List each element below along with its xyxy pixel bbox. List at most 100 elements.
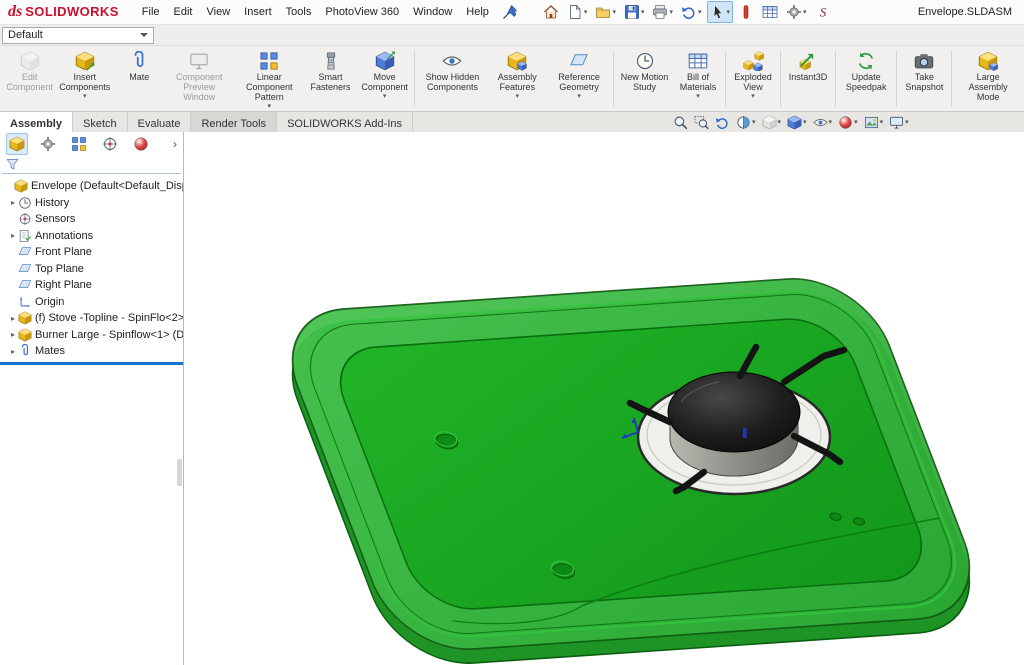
menu-photoview-360[interactable]: PhotoView 360 [318, 3, 406, 21]
view-settings-button[interactable]: ▾ [888, 115, 910, 130]
apply-scene-button[interactable]: ▾ [863, 115, 885, 130]
menu-view[interactable]: View [200, 3, 238, 21]
dropdown-caret-icon[interactable]: ▾ [778, 118, 782, 126]
pin-menubar-icon[interactable] [502, 4, 518, 20]
dropdown-caret-icon[interactable]: ▾ [612, 8, 616, 16]
tree-item-origin[interactable]: Origin [0, 294, 183, 311]
expand-arrow-icon[interactable]: ▸ [8, 231, 18, 240]
expand-arrow-icon[interactable]: ▸ [8, 198, 18, 207]
dropdown-caret-icon[interactable]: ▾ [803, 8, 807, 16]
tree-item-front-plane[interactable]: Front Plane [0, 244, 183, 261]
tree-item-stove-component[interactable]: ▸ (f) Stove -Topline - SpinFlo<2> (D [0, 310, 183, 327]
tree-item-history[interactable]: ▸ History [0, 195, 183, 212]
dropdown-caret-icon[interactable]: ▾ [698, 8, 702, 16]
spreadsheet-button[interactable] [759, 1, 781, 23]
ribbon-update-speedpak[interactable]: Update Speedpak [838, 47, 894, 111]
dropdown-caret-icon[interactable]: ▾ [669, 8, 673, 16]
ribbon-smart-fasteners[interactable]: Smart Fasteners [304, 47, 357, 111]
dropdown-caret-icon[interactable]: ▾ [267, 103, 271, 109]
select-tool-button[interactable]: ▾ [707, 1, 734, 23]
graphics-viewport[interactable] [184, 132, 1024, 665]
dropdown-caret-icon[interactable]: ▾ [383, 93, 387, 99]
tree-item-annotations[interactable]: ▸ Annotations [0, 228, 183, 245]
tree-item-mates[interactable]: ▸ Mates [0, 343, 183, 360]
dropdown-caret-icon[interactable]: ▾ [83, 93, 87, 99]
tree-item-right-plane[interactable]: Right Plane [0, 277, 183, 294]
edit-appearance-button[interactable]: ▾ [837, 115, 859, 130]
menu-edit[interactable]: Edit [167, 3, 200, 21]
ribbon-mate[interactable]: Mate [114, 47, 164, 111]
tree-item-top-plane[interactable]: Top Plane [0, 261, 183, 278]
ribbon-instant3d[interactable]: Instant3D [783, 47, 833, 111]
dropdown-caret-icon[interactable]: ▾ [905, 118, 909, 126]
dropdown-caret-icon[interactable]: ▾ [696, 93, 700, 99]
zoom-to-fit-button[interactable] [672, 115, 689, 130]
graphics-area[interactable] [184, 132, 1024, 665]
ribbon-insert-components[interactable]: Insert Components ▾ [55, 47, 114, 111]
dropdown-caret-icon[interactable]: ▾ [803, 118, 807, 126]
dropdown-caret-icon[interactable]: ▾ [641, 8, 645, 16]
ribbon-linear-component-pattern[interactable]: Linear Component Pattern ▾ [234, 47, 304, 111]
tab-evaluate[interactable]: Evaluate [128, 112, 192, 132]
featuremanager-splitter-bar[interactable] [0, 362, 183, 365]
ribbon-large-assembly-mode[interactable]: Large Assembly Mode [954, 47, 1022, 111]
tree-item-assembly-root[interactable]: Envelope (Default<Default_Display St [0, 178, 183, 195]
expand-arrow-icon[interactable]: ▸ [8, 347, 18, 356]
configuration-dropdown[interactable]: Default [2, 27, 154, 44]
tab-solidworks-add-ins[interactable]: SOLIDWORKS Add-Ins [277, 112, 413, 132]
tree-filter-input[interactable] [23, 158, 177, 171]
panel-scrollbar-thumb[interactable] [177, 459, 182, 486]
pane-tab-feature-manager[interactable] [6, 133, 28, 155]
tab-sketch[interactable]: Sketch [73, 112, 128, 132]
tray-inner-bowl[interactable] [325, 316, 937, 612]
ribbon-exploded-view[interactable]: Exploded View ▾ [728, 47, 778, 111]
ribbon-assembly-features[interactable]: Assembly Features ▾ [487, 47, 547, 111]
panel-expand-chevron-icon[interactable]: › [173, 137, 177, 151]
tab-assembly[interactable]: Assembly [0, 112, 73, 132]
menu-tools[interactable]: Tools [279, 3, 319, 21]
rebuild-button[interactable] [735, 1, 757, 23]
hide-show-items-button[interactable]: ▾ [812, 115, 834, 130]
dropdown-caret-icon[interactable]: ▾ [829, 118, 833, 126]
pane-tab-dimxpert-manager[interactable] [99, 133, 121, 155]
solidworks-resources-button[interactable] [812, 1, 834, 23]
ribbon-take-snapshot[interactable]: Take Snapshot [899, 47, 949, 111]
new-document-button[interactable]: ▾ [564, 1, 591, 23]
tree-item-sensors[interactable]: Sensors [0, 211, 183, 228]
pane-tab-configuration-manager[interactable] [68, 133, 90, 155]
dropdown-caret-icon[interactable]: ▾ [727, 8, 731, 16]
section-view-button[interactable]: ▾ [735, 115, 757, 130]
tree-item-burner-component[interactable]: ▸ Burner Large - Spinflow<1> (Defa [0, 327, 183, 344]
options-button[interactable]: ▾ [783, 1, 810, 23]
open-button[interactable]: ▾ [592, 1, 619, 23]
ribbon-new-motion-study[interactable]: New Motion Study [616, 47, 673, 111]
menu-file[interactable]: File [135, 3, 167, 21]
pane-tab-display-manager[interactable] [130, 133, 152, 155]
dropdown-caret-icon[interactable]: ▾ [854, 118, 858, 126]
tab-render-tools[interactable]: Render Tools [191, 112, 277, 132]
zoom-to-area-button[interactable] [693, 115, 710, 130]
menu-insert[interactable]: Insert [237, 3, 279, 21]
menu-window[interactable]: Window [406, 3, 459, 21]
save-button[interactable]: ▾ [621, 1, 648, 23]
display-style-button[interactable]: ▾ [786, 115, 808, 130]
ribbon-move-component[interactable]: Move Component ▾ [357, 47, 413, 111]
view-orientation-button[interactable]: ▾ [761, 115, 783, 130]
pane-tab-property-manager[interactable] [37, 133, 59, 155]
ribbon-bill-of-materials[interactable]: Bill of Materials ▾ [673, 47, 723, 111]
dropdown-caret-icon[interactable]: ▾ [752, 118, 756, 126]
home-button[interactable] [540, 1, 562, 23]
burner-cap[interactable] [668, 372, 800, 452]
print-button[interactable]: ▾ [649, 1, 676, 23]
menu-help[interactable]: Help [459, 3, 496, 21]
expand-arrow-icon[interactable]: ▸ [8, 330, 18, 339]
previous-view-button[interactable] [714, 115, 731, 130]
dropdown-caret-icon[interactable]: ▾ [880, 118, 884, 126]
ribbon-show-hidden-components[interactable]: Show Hidden Components [417, 47, 487, 111]
dropdown-caret-icon[interactable]: ▾ [584, 8, 588, 16]
dropdown-caret-icon[interactable]: ▾ [577, 93, 581, 99]
dropdown-caret-icon[interactable]: ▾ [516, 93, 520, 99]
filter-funnel-icon[interactable] [6, 158, 19, 171]
dropdown-caret-icon[interactable]: ▾ [751, 93, 755, 99]
undo-button[interactable]: ▾ [678, 1, 705, 23]
